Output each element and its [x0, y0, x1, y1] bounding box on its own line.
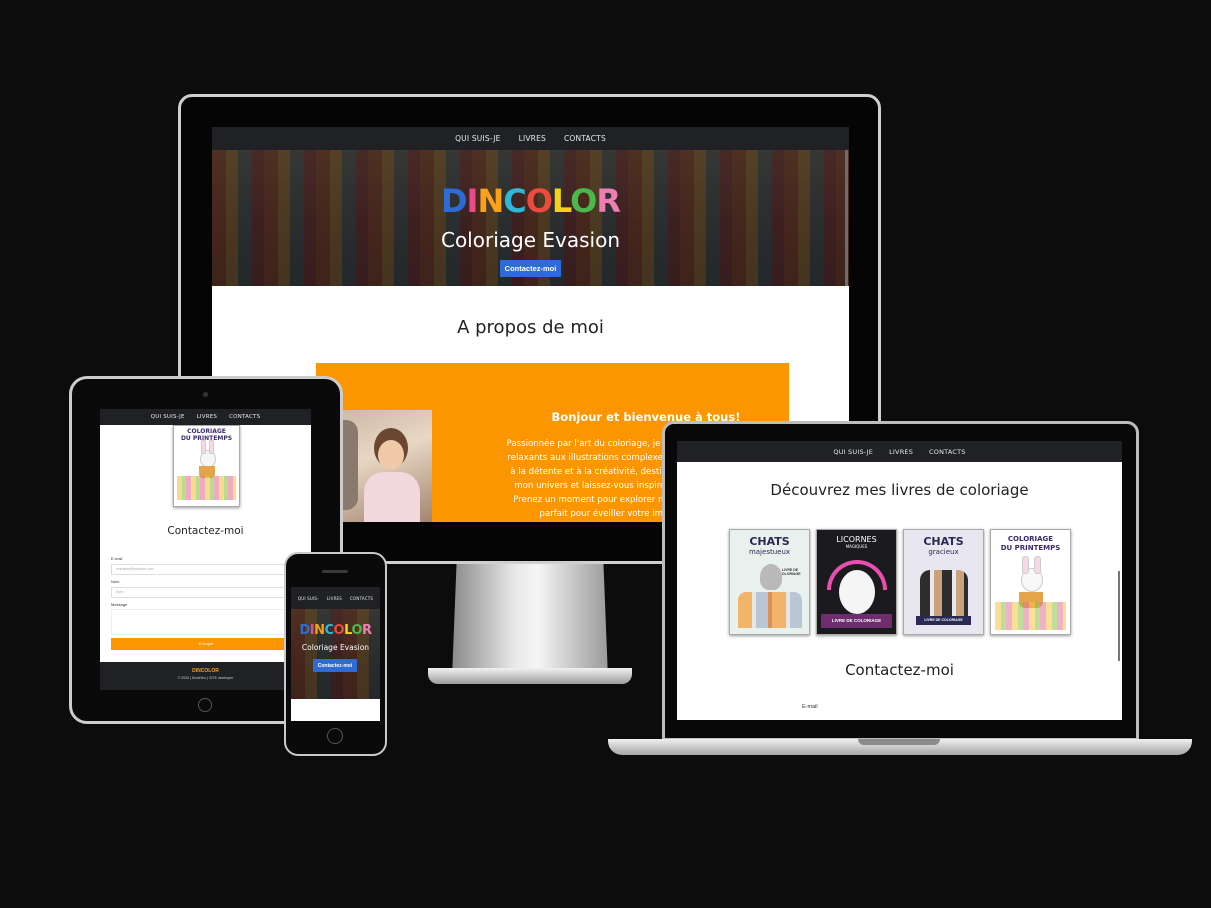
book-cover-coloriage-printemps[interactable]: COLORIAGE DU PRINTEMPS: [990, 529, 1071, 635]
nav-link-livres[interactable]: LIVRES: [197, 414, 217, 420]
hero-title: Coloriage Evasion: [440, 228, 620, 252]
phone-screen: QUI SUIS- LIVRES CONTACTS DINCOLOR Color…: [291, 587, 380, 721]
phone-hero-title: Coloriage Evasion: [301, 643, 370, 652]
logo-letter: R: [362, 623, 372, 638]
logo-letter: I: [466, 182, 479, 220]
nav-link-contacts[interactable]: CONTACTS: [564, 134, 606, 143]
phone-speaker: [322, 570, 348, 573]
logo-letter: O: [351, 623, 362, 638]
name-field[interactable]: Nom: [111, 587, 297, 598]
phone-contact-button[interactable]: Contactez-moi: [313, 659, 357, 672]
name-label: Nom: [111, 579, 120, 584]
logo-letter: R: [596, 182, 621, 220]
submit-button[interactable]: Envoyer: [111, 638, 301, 650]
tablet-contact-title: Contactez-moi: [167, 525, 244, 537]
laptop-contact-title: Contactez-moi: [845, 661, 954, 679]
nav-link-qui-suis-je[interactable]: QUI SUIS-JE: [455, 134, 501, 143]
laptop-scrollbar[interactable]: [1118, 571, 1120, 661]
hero-banner: DINCOLOR Coloriage Evasion Contactez-moi: [212, 150, 849, 286]
nav-link-livres[interactable]: LIVRES: [519, 134, 546, 143]
email-field[interactable]: exemple@example.com: [111, 564, 297, 575]
tablet-screen: QUI SUIS-JE LIVRES CONTACTS COLORIAGE DU …: [100, 409, 311, 690]
logo-letter: C: [324, 623, 335, 638]
email-label: E-mail: [111, 556, 123, 561]
hero-contact-button[interactable]: Contactez-moi: [500, 260, 561, 277]
tablet-camera: [203, 392, 208, 397]
scrollbar[interactable]: [845, 150, 848, 286]
logo-letter: L: [551, 182, 571, 220]
book-cover-chats-gracieux[interactable]: CHATS gracieux LIVRE DE COLORIAGE: [903, 529, 984, 635]
laptop-screen: QUI SUIS-JE LIVRES CONTACTS Découvrez me…: [677, 441, 1122, 720]
tablet-footer: DINCOLOR © 2025 | DinaDino | SITE develo…: [100, 662, 311, 690]
logo-letter: O: [570, 182, 597, 220]
nav-link-qui-suis-je[interactable]: QUI SUIS-: [298, 596, 319, 601]
monitor-base: [428, 668, 632, 684]
logo-letter: N: [477, 182, 504, 220]
logo-letter: O: [333, 623, 345, 638]
nav-link-contacts[interactable]: CONTACTS: [229, 414, 260, 420]
laptop-navbar: QUI SUIS-JE LIVRES CONTACTS: [677, 441, 1122, 462]
desktop-navbar: QUI SUIS-JE LIVRES CONTACTS: [212, 127, 849, 150]
nav-link-livres[interactable]: LIVRES: [889, 448, 913, 456]
logo-letter: D: [299, 623, 310, 638]
book-cover-chats-majestueux[interactable]: CHATS majestueux LIVRE DE COLORIAGE: [729, 529, 810, 635]
tablet-home-button[interactable]: [198, 698, 212, 712]
logo-letter: O: [525, 182, 553, 220]
nav-link-contacts[interactable]: CONTACTS: [350, 596, 373, 601]
hero-logo: DINCOLOR: [212, 182, 849, 220]
message-label: Message: [111, 602, 128, 607]
message-field[interactable]: [111, 609, 297, 635]
nav-link-qui-suis-je[interactable]: QUI SUIS-JE: [151, 414, 185, 420]
logo-letter: D: [440, 182, 468, 220]
phone-hero: DINCOLOR Coloriage Evasion Contactez-moi: [291, 609, 380, 699]
about-title: A propos de moi: [457, 317, 604, 338]
tablet-navbar: QUI SUIS-JE LIVRES CONTACTS: [100, 409, 311, 425]
laptop-notch: [858, 739, 940, 745]
book-cover-licornes-magiques[interactable]: LICORNES MAGIQUES LIVRE DE COLORIAGE: [816, 529, 897, 635]
footer-copyright: © 2025 | DinaDino | SITE developer: [177, 676, 234, 680]
phone-logo: DINCOLOR: [291, 623, 380, 638]
phone-home-button[interactable]: [327, 728, 343, 744]
laptop-email-label: E-mail: [802, 704, 818, 710]
nav-link-qui-suis-je[interactable]: QUI SUIS-JE: [833, 448, 873, 456]
monitor-stand: [452, 560, 608, 678]
tablet-book-cover[interactable]: COLORIAGE DU PRINTEMPS: [173, 425, 240, 507]
footer-brand: DINCOLOR: [192, 668, 219, 674]
nav-link-livres[interactable]: LIVRES: [327, 596, 342, 601]
phone-navbar: QUI SUIS- LIVRES CONTACTS: [291, 587, 380, 609]
books-title: Découvrez mes livres de coloriage: [770, 481, 1029, 499]
about-photo: [340, 410, 432, 522]
logo-letter: C: [503, 182, 527, 220]
nav-link-contacts[interactable]: CONTACTS: [929, 448, 966, 456]
logo-letter: N: [314, 623, 325, 638]
